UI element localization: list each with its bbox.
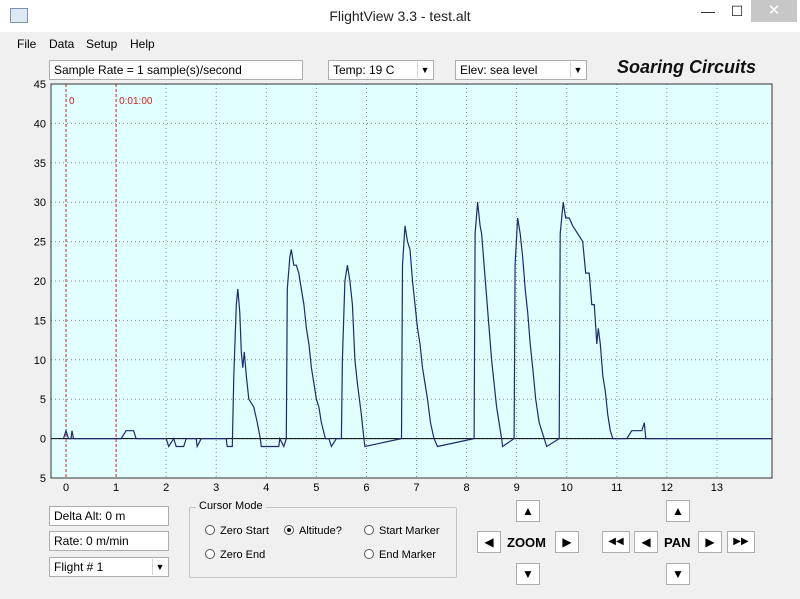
pan-label: PAN [664, 535, 691, 550]
x-tick-label: 2 [163, 482, 169, 494]
y-tick-label: 20 [34, 276, 46, 288]
y-tick-label: 35 [34, 158, 46, 170]
radio-end-marker[interactable]: End Marker [364, 549, 436, 561]
zoom-label: ZOOM [507, 535, 546, 550]
pan-right-button[interactable]: ▶ [698, 531, 722, 553]
y-tick-label: 25 [34, 237, 46, 249]
x-tick-label: 10 [561, 482, 573, 494]
radio-zero-start[interactable]: Zero Start [205, 525, 269, 537]
radio-altitude[interactable]: Altitude? [284, 525, 342, 537]
minimize-button[interactable]: — [693, 0, 723, 22]
radio-icon [364, 549, 374, 559]
y-tick-label: 0 [40, 434, 46, 446]
x-tick-label: 7 [413, 482, 419, 494]
flight-value: Flight # 1 [54, 560, 104, 574]
zoom-right-button[interactable]: ▶ [555, 531, 579, 553]
brand-logo: Soaring Circuits [617, 57, 757, 77]
x-tick-label: 11 [611, 482, 622, 494]
y-tick-label: 40 [34, 118, 46, 130]
y-tick-label: 30 [34, 197, 46, 209]
pan-fast-left-button[interactable]: ◀◀ [602, 531, 630, 553]
window-bottom-edge [0, 589, 800, 599]
pan-fast-right-button[interactable]: ▶▶ [727, 531, 755, 553]
radio-icon [205, 549, 215, 559]
title-bar: FlightView 3.3 - test.alt — ☐ ✕ [0, 0, 800, 32]
rate-field: Rate: 0 m/min [49, 531, 169, 551]
zoom-up-button[interactable]: ▲ [516, 500, 540, 522]
x-tick-label: 4 [263, 482, 269, 494]
y-tick-label: 45 [34, 79, 46, 91]
radio-label: Zero Start [220, 525, 269, 537]
x-tick-label: 5 [313, 482, 319, 494]
time-marker-label: 0:01:00 [119, 96, 153, 107]
radio-zero-end[interactable]: Zero End [205, 549, 265, 561]
time-marker-label: 0 [69, 96, 75, 107]
y-tick-label: 10 [34, 355, 46, 367]
altitude-chart[interactable]: 45403530252015105050 1 2 3 4 5 6 7 8 9 10 11 12 130 0:… [0, 76, 790, 496]
radio-start-marker[interactable]: Start Marker [364, 525, 440, 537]
y-tick-label: 5 [40, 394, 46, 406]
x-tick-label: 12 [661, 482, 673, 494]
menu-setup[interactable]: Setup [86, 37, 117, 51]
pan-up-button[interactable]: ▲ [666, 500, 690, 522]
x-tick-label: 0 [63, 482, 69, 494]
x-tick-label: 8 [464, 482, 470, 494]
menu-file[interactable]: File [17, 37, 36, 51]
y-tick-label: 5 [40, 473, 46, 485]
cursor-mode-group [189, 507, 457, 578]
app-window: FlightView 3.3 - test.alt — ☐ ✕ File Dat… [0, 0, 800, 599]
window-title: FlightView 3.3 - test.alt [329, 8, 471, 24]
radio-icon [205, 525, 215, 535]
radio-label: End Marker [379, 549, 436, 561]
x-tick-label: 1 [113, 482, 119, 494]
pan-down-button[interactable]: ▼ [666, 563, 690, 585]
x-tick-label: 13 [711, 482, 723, 494]
menu-help[interactable]: Help [130, 37, 155, 51]
radio-label: Start Marker [379, 525, 440, 537]
x-tick-label: 9 [514, 482, 520, 494]
zoom-down-button[interactable]: ▼ [516, 563, 540, 585]
flight-dropdown-icon: ▼ [152, 559, 167, 575]
cursor-mode-title: Cursor Mode [196, 500, 266, 512]
pan-left-button[interactable]: ◀ [634, 531, 658, 553]
radio-label: Altitude? [299, 525, 342, 537]
temp-value: Temp: 19 C [333, 63, 395, 77]
maximize-button[interactable]: ☐ [723, 0, 751, 22]
x-tick-label: 6 [363, 482, 369, 494]
radio-icon [364, 525, 374, 535]
delta-alt-field: Delta Alt: 0 m [49, 506, 169, 526]
x-tick-label: 3 [213, 482, 219, 494]
elev-value: Elev: sea level [460, 63, 538, 77]
flight-select[interactable]: Flight # 1 ▼ [49, 557, 169, 577]
radio-selected-icon [284, 525, 294, 535]
menu-data[interactable]: Data [49, 37, 74, 51]
y-tick-label: 15 [34, 315, 46, 327]
close-button[interactable]: ✕ [751, 0, 797, 22]
radio-label: Zero End [220, 549, 266, 561]
zoom-left-button[interactable]: ◀ [477, 531, 501, 553]
